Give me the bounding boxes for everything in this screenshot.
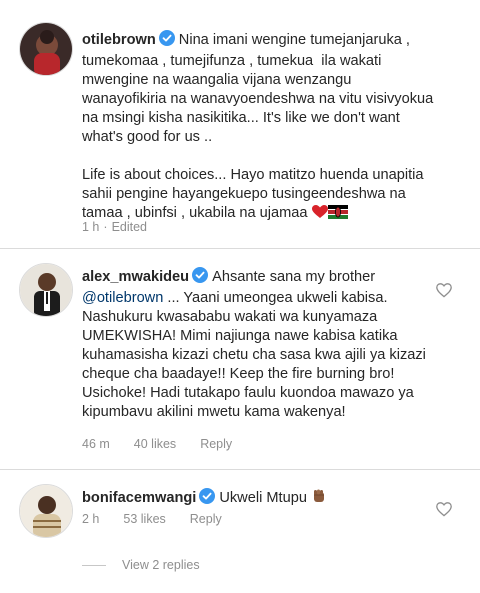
comment-bonifacemwangi: bonifacemwangi Ukweli Mtupu 2 h 53 likes …: [0, 470, 480, 593]
comment-body-part2: ... Yaani umeongea ukweli kabisa. Nashuk…: [82, 290, 430, 420]
username-alex-mwakideu[interactable]: alex_mwakideu: [82, 269, 189, 285]
comment-meta-alex-mwakideu: 46 m 40 likes Reply: [82, 437, 256, 451]
comment-text-otilebrown: otilebrown Nina imani wengine tumejanjaru…: [82, 30, 434, 225]
raised-fist-emoji: [311, 488, 327, 510]
red-heart-emoji: [311, 205, 328, 225]
comment-text-alex-mwakideu: alex_mwakideu Ahsante sana my brother @ot…: [82, 267, 434, 422]
comment-otilebrown: otilebrown Nina imani wengine tumejanjaru…: [0, 0, 480, 248]
comment-body-bonifacemwangi: Ukweli Mtupu: [219, 490, 307, 506]
view-replies-button[interactable]: View 2 replies: [82, 558, 200, 572]
avatar-otilebrown[interactable]: [19, 22, 73, 76]
reply-button[interactable]: Reply: [190, 512, 222, 526]
comment-body-part1: Ahsante sana my brother: [212, 269, 380, 285]
timestamp: 46 m: [82, 437, 110, 451]
edited-label: Edited: [111, 220, 148, 234]
kenya-flag-emoji: [327, 205, 348, 225]
view-replies-label: View 2 replies: [122, 558, 200, 572]
timestamp: 1 h: [82, 220, 100, 234]
avatar-bonifacemwangi[interactable]: [19, 484, 73, 538]
verified-badge-icon: [199, 488, 216, 510]
heart-outline-icon: [436, 502, 452, 521]
username-otilebrown[interactable]: otilebrown: [82, 32, 156, 48]
username-bonifacemwangi[interactable]: bonifacemwangi: [82, 490, 196, 506]
verified-badge-icon: [192, 267, 209, 289]
verified-badge-icon: [158, 30, 175, 52]
heart-outline-icon: [436, 283, 452, 302]
comment-body-otilebrown: Nina imani wengine tumejanjaruka , tumek…: [82, 32, 434, 221]
avatar-alex-mwakideu[interactable]: [19, 263, 73, 317]
reply-button[interactable]: Reply: [200, 437, 232, 451]
timestamp: 2 h: [82, 512, 100, 526]
likes-count[interactable]: 53 likes: [123, 512, 165, 526]
like-button[interactable]: [436, 502, 452, 522]
comment-meta-otilebrown: 1 h · Edited: [82, 220, 148, 234]
like-button[interactable]: [436, 283, 452, 303]
replies-divider-line: [82, 564, 106, 566]
comment-alex-mwakideu: alex_mwakideu Ahsante sana my brother @ot…: [0, 249, 480, 469]
comment-text-bonifacemwangi: bonifacemwangi Ukweli Mtupu: [82, 488, 434, 510]
mention-link[interactable]: @otilebrown: [82, 290, 163, 306]
comment-meta-bonifacemwangi: 2 h 53 likes Reply: [82, 512, 246, 526]
likes-count[interactable]: 40 likes: [134, 437, 176, 451]
